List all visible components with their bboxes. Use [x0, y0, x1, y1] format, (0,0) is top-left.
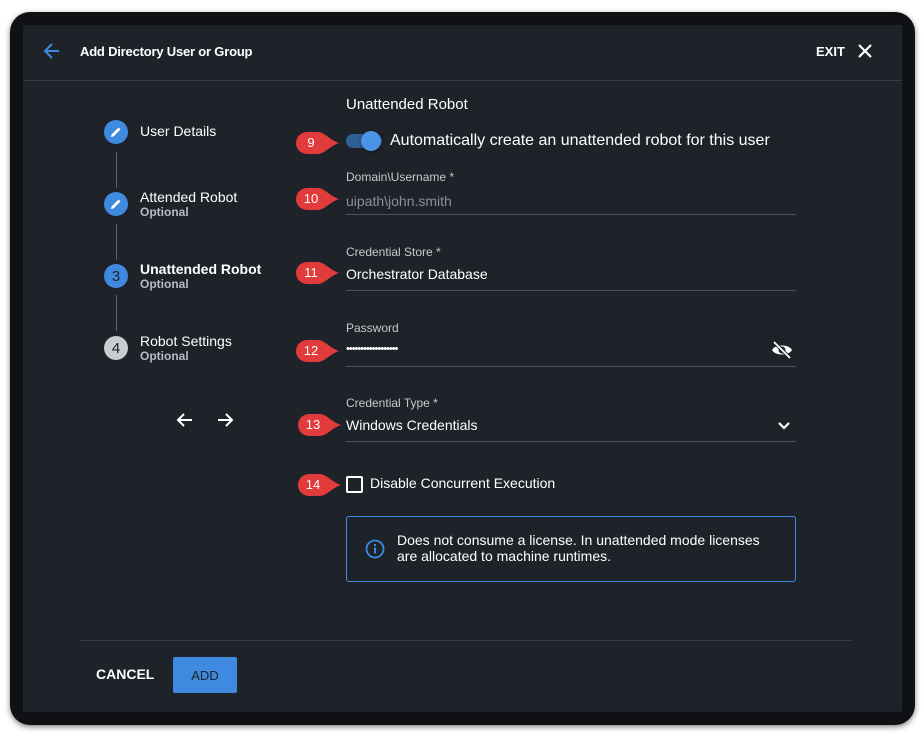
callout-number: 9	[307, 135, 315, 150]
step-user-details[interactable]: User Details	[140, 123, 216, 139]
field-underline	[346, 441, 796, 442]
chevron-down-icon[interactable]	[776, 417, 792, 433]
step-robot-settings[interactable]: Robot Settings	[140, 333, 232, 349]
domain-username-label: Domain\Username *	[346, 170, 455, 184]
step-optional-label: Optional	[140, 277, 189, 291]
callout-marker: 12	[295, 339, 339, 363]
credential-store-label: Credential Store *	[346, 245, 441, 259]
step-number-3: 3	[104, 264, 128, 288]
auto-create-label: Automatically create an unattended robot…	[390, 132, 770, 149]
domain-username-input[interactable]: uipath\john.smith	[346, 193, 452, 209]
callout-number: 12	[303, 343, 319, 358]
footer-divider	[80, 640, 853, 641]
header-divider	[23, 80, 902, 81]
arrow-left-icon[interactable]	[42, 41, 62, 61]
callout-number: 13	[305, 417, 321, 432]
callout-marker: 13	[297, 413, 341, 437]
credential-type-select[interactable]: Windows Credentials	[346, 417, 478, 433]
step-attended-robot[interactable]: Attended Robot	[140, 189, 237, 205]
callout-marker: 10	[295, 187, 339, 211]
credential-type-label: Credential Type *	[346, 396, 438, 410]
info-banner: Does not consume a license. In unattende…	[346, 516, 796, 582]
eye-off-icon[interactable]	[771, 340, 793, 360]
field-underline	[346, 290, 796, 291]
step-optional-label: Optional	[140, 205, 189, 219]
field-underline	[346, 214, 796, 215]
callout-number: 11	[304, 265, 318, 280]
disable-concurrent-label: Disable Concurrent Execution	[370, 475, 556, 491]
pencil-icon	[104, 120, 128, 144]
disable-concurrent-checkbox[interactable]	[346, 476, 363, 493]
arrow-left-icon[interactable]	[175, 410, 195, 430]
step-optional-label: Optional	[140, 349, 189, 363]
password-input[interactable]: ••••••••••••••••••	[346, 343, 398, 355]
arrow-right-icon[interactable]	[215, 410, 235, 430]
callout-marker: 11	[295, 261, 339, 285]
info-text: Does not consume a license. In unattende…	[397, 532, 760, 564]
callout-number: 14	[305, 477, 321, 492]
credential-store-select[interactable]: Orchestrator Database	[346, 266, 488, 282]
stepper-connector	[116, 295, 117, 331]
add-button[interactable]: ADD	[173, 657, 237, 693]
callout-marker: 14	[297, 473, 341, 497]
step-number-4: 4	[104, 336, 128, 360]
callout-marker: 9	[295, 131, 339, 155]
stepper-connector	[116, 152, 117, 188]
dialog-title: Add Directory User or Group	[80, 44, 253, 59]
cancel-button[interactable]: CANCEL	[96, 666, 154, 682]
stepper-connector	[116, 224, 117, 260]
exit-button[interactable]: EXIT	[816, 44, 845, 59]
pencil-icon	[104, 192, 128, 216]
password-label: Password	[346, 321, 399, 335]
section-title: Unattended Robot	[346, 96, 468, 113]
field-underline	[346, 366, 796, 367]
info-icon	[365, 539, 385, 559]
step-unattended-robot[interactable]: Unattended Robot	[140, 261, 261, 277]
add-directory-user-dialog: Add Directory User or Group EXIT User De…	[23, 25, 902, 712]
toggle-knob[interactable]	[361, 131, 381, 151]
close-icon[interactable]	[857, 43, 873, 59]
callout-number: 10	[303, 191, 319, 206]
